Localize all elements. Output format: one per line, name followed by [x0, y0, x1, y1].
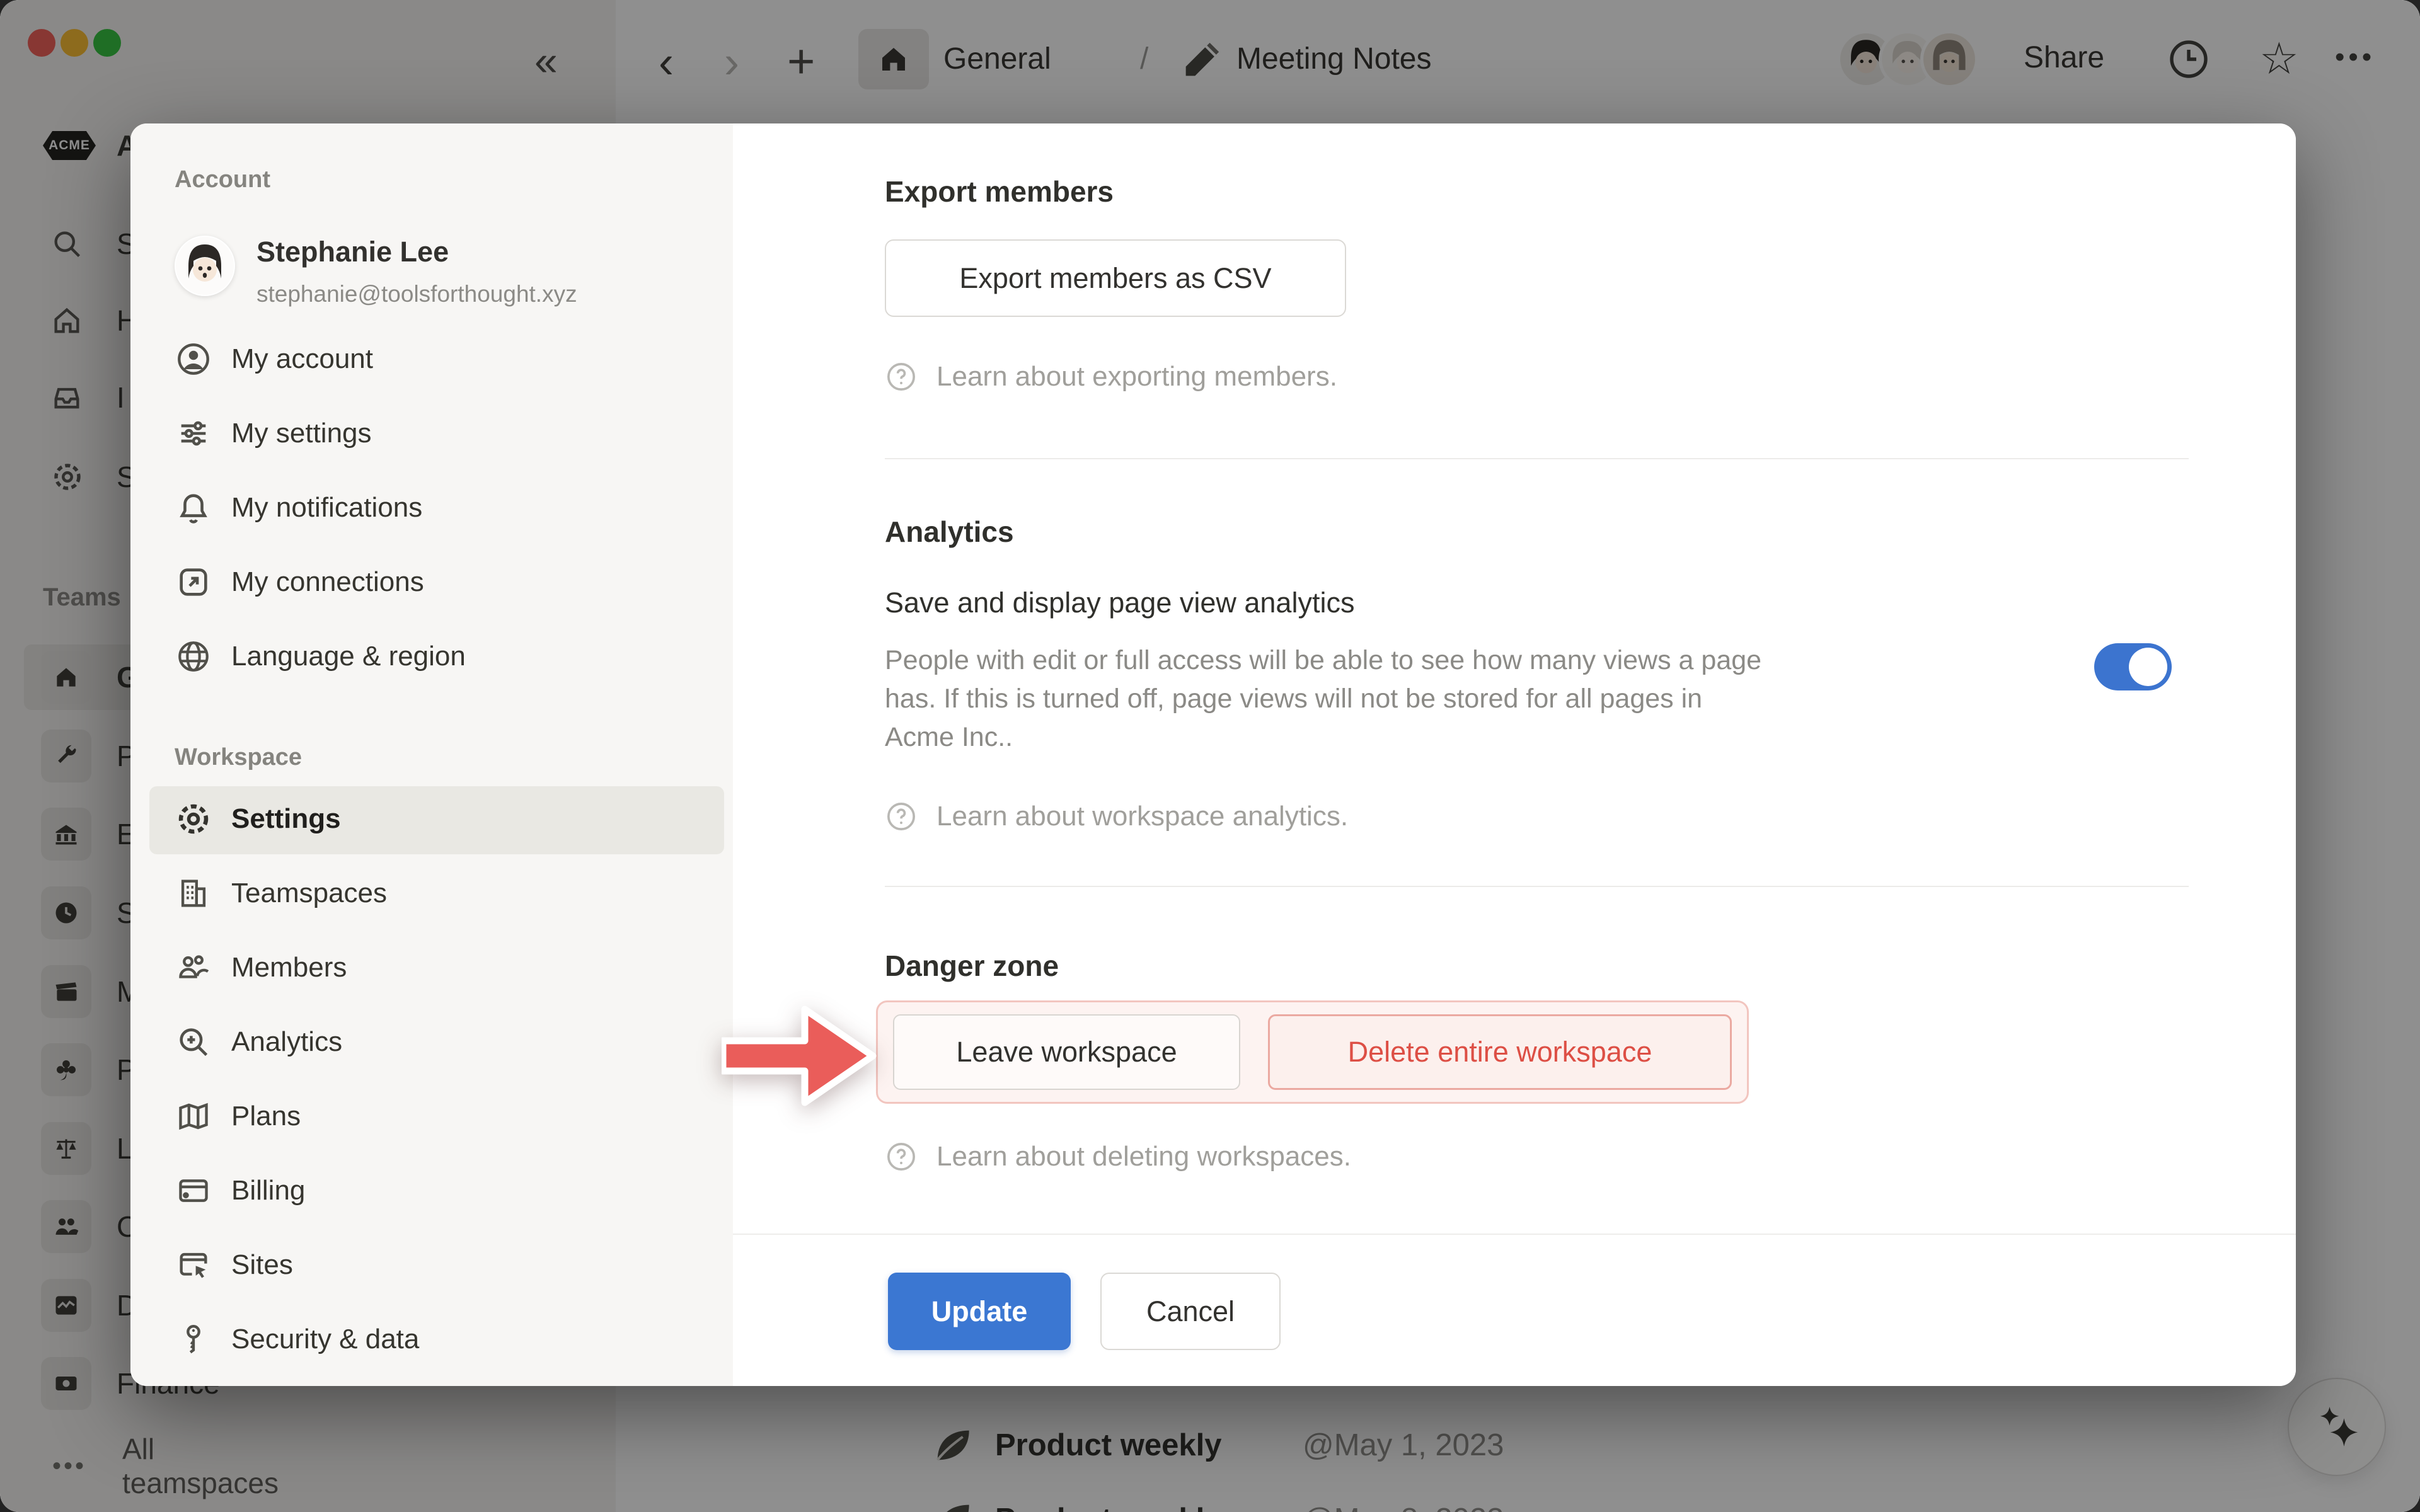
settings-nav-label: Security & data: [231, 1324, 419, 1355]
account-user[interactable]: Stephanie Lee stephanie@toolsforthought.…: [175, 236, 717, 336]
key-icon: [175, 1321, 212, 1358]
credit-card-icon: [175, 1172, 212, 1209]
export-members-csv-button[interactable]: Export members as CSV: [885, 239, 1346, 317]
settings-nav-plans[interactable]: Plans: [156, 1082, 710, 1150]
map-icon: [175, 1098, 212, 1135]
globe-icon: [175, 638, 212, 675]
building-icon: [175, 875, 212, 912]
settings-nav-label: Plans: [231, 1101, 301, 1132]
description-line: has. If this is turned off, page views w…: [885, 680, 1761, 718]
settings-nav-language-region[interactable]: Language & region: [156, 622, 710, 690]
settings-nav-label: Members: [231, 952, 347, 983]
footer-divider: [733, 1234, 2296, 1235]
help-label: Learn about deleting workspaces.: [936, 1141, 1351, 1172]
cancel-button[interactable]: Cancel: [1100, 1273, 1281, 1350]
description-line: Acme Inc..: [885, 718, 1761, 757]
members-icon: [175, 949, 212, 986]
toggle-knob: [2129, 648, 2167, 686]
settings-nav-label: My notifications: [231, 492, 422, 524]
settings-nav-sites[interactable]: Sites: [156, 1231, 710, 1299]
settings-nav-billing[interactable]: Billing: [156, 1157, 710, 1225]
settings-nav-my-connections[interactable]: My connections: [156, 548, 710, 616]
danger-help-link[interactable]: Learn about deleting workspaces.: [885, 1140, 1351, 1173]
gear-icon: [175, 800, 212, 838]
settings-nav-my-settings[interactable]: My settings: [156, 399, 710, 467]
analytics-toggle[interactable]: [2094, 643, 2172, 690]
user-name: Stephanie Lee: [256, 236, 449, 268]
annotation-arrow-icon: [722, 1000, 879, 1114]
settings-nav-settings[interactable]: Settings: [156, 785, 710, 853]
settings-sidebar: Account Stephanie Lee stephanie@toolsfor…: [130, 123, 733, 1386]
danger-zone-heading: Danger zone: [885, 949, 1059, 983]
help-label: Learn about exporting members.: [936, 361, 1337, 392]
settings-nav-label: My settings: [231, 418, 372, 449]
settings-nav-my-notifications[interactable]: My notifications: [156, 474, 710, 542]
help-label: Learn about workspace analytics.: [936, 801, 1348, 832]
section-divider: [885, 458, 2189, 459]
question-circle-icon: [885, 800, 918, 833]
settings-nav-security-data[interactable]: Security & data: [156, 1305, 710, 1373]
bell-icon: [175, 490, 212, 526]
settings-nav-label: My connections: [231, 566, 424, 598]
delete-workspace-button[interactable]: Delete entire workspace: [1268, 1014, 1732, 1090]
analytics-heading: Analytics: [885, 515, 1014, 549]
user-email: stephanie@toolsforthought.xyz: [256, 281, 577, 307]
leave-workspace-button[interactable]: Leave workspace: [893, 1014, 1240, 1090]
magnifier-plus-icon: [175, 1024, 212, 1060]
settings-nav-identity-provisioning[interactable]: Identity & provisioning: [156, 1380, 710, 1386]
settings-nav-label: Language & region: [231, 641, 466, 672]
settings-nav-label: My account: [231, 343, 373, 375]
analytics-setting-title: Save and display page view analytics: [885, 587, 1354, 619]
settings-content: Export members Export members as CSV Lea…: [733, 123, 2296, 1386]
person-circle-icon: [175, 341, 212, 377]
analytics-help-link[interactable]: Learn about workspace analytics.: [885, 800, 1348, 833]
question-circle-icon: [885, 360, 918, 393]
settings-nav-members[interactable]: Members: [156, 934, 710, 1002]
sliders-icon: [175, 415, 212, 452]
settings-nav-label: Sites: [231, 1249, 293, 1281]
settings-nav-label: Billing: [231, 1175, 305, 1206]
settings-nav-label: Analytics: [231, 1026, 342, 1058]
account-section-header: Account: [175, 166, 270, 193]
export-help-link[interactable]: Learn about exporting members.: [885, 360, 1337, 393]
description-line: People with edit or full access will be …: [885, 641, 1761, 680]
export-members-heading: Export members: [885, 175, 1114, 209]
settings-modal: Account Stephanie Lee stephanie@toolsfor…: [130, 123, 2296, 1386]
settings-nav-my-account[interactable]: My account: [156, 325, 710, 393]
stephanie-avatar: [175, 236, 235, 296]
question-circle-icon: [885, 1140, 918, 1173]
section-divider: [885, 886, 2189, 887]
arrow-out-box-icon: [175, 564, 212, 600]
browser-cursor-icon: [175, 1247, 212, 1283]
settings-nav-analytics[interactable]: Analytics: [156, 1008, 710, 1076]
app-window: « ACME A S H I S Teams G: [0, 0, 2420, 1512]
workspace-section-header: Workspace: [175, 744, 302, 771]
settings-nav-label: Settings: [231, 803, 341, 835]
settings-nav-label: Teamspaces: [231, 878, 387, 909]
settings-nav-teamspaces[interactable]: Teamspaces: [156, 859, 710, 927]
analytics-setting-description: People with edit or full access will be …: [885, 641, 1761, 757]
update-button[interactable]: Update: [888, 1273, 1071, 1350]
